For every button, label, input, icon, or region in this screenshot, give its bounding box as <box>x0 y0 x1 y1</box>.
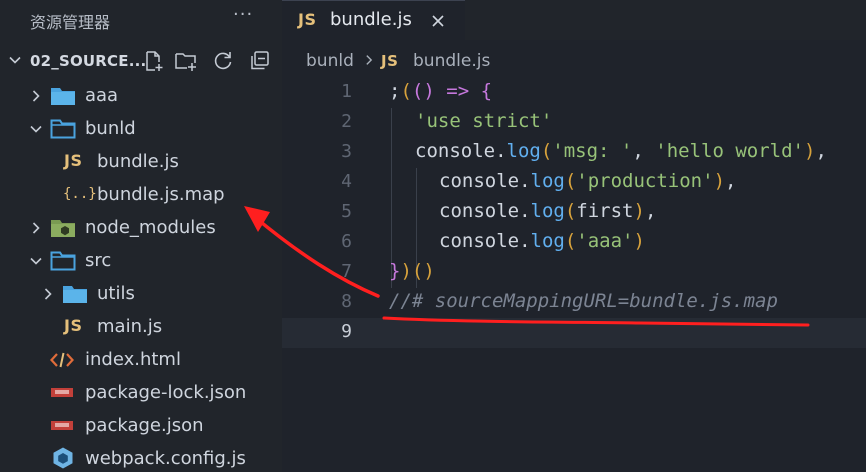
breadcrumb: bunld JS bundle.js <box>282 46 866 76</box>
folder-closed-icon <box>51 88 75 105</box>
code-line-current: 9 <box>282 318 866 348</box>
tab-bundle-js[interactable]: JS bundle.js <box>282 0 465 40</box>
more-actions-icon[interactable]: ··· <box>233 4 253 25</box>
javascript-file-icon: JS <box>298 10 317 29</box>
html-file-icon <box>50 352 74 368</box>
folder-open-icon <box>50 251 76 271</box>
code-editor[interactable]: 1 ;(() => { 2 'use strict' 3 console.log… <box>282 78 866 472</box>
line-number: 9 <box>341 321 352 342</box>
chevron-down-icon <box>30 125 42 133</box>
tree-item-label: bunld <box>85 118 136 139</box>
tree-item-label: webpack.config.js <box>85 448 246 469</box>
tree-item-aaa[interactable]: aaa <box>0 79 282 112</box>
tree-item-label: aaa <box>85 85 119 106</box>
line-number: 5 <box>341 201 352 222</box>
tree-item-node-modules[interactable]: node_modules <box>0 211 282 244</box>
line-number: 8 <box>341 291 352 312</box>
chevron-right-icon <box>32 90 40 102</box>
json-map-file-icon: {..} <box>63 186 97 202</box>
line-number: 1 <box>341 81 352 102</box>
breadcrumb-file[interactable]: bundle.js <box>413 51 490 71</box>
code-line: 7 })() <box>282 258 866 288</box>
tree-item-label: main.js <box>97 316 163 337</box>
tree-item-bundle-js-map[interactable]: {..} bundle.js.map <box>0 178 282 211</box>
tree-item-package-lock-json[interactable]: package-lock.json <box>0 376 282 409</box>
line-number: 4 <box>341 171 352 192</box>
refresh-icon[interactable] <box>211 49 235 73</box>
source-map-comment: //# sourceMappingURL=bundle.js.map <box>389 290 778 312</box>
editor-area: JS bundle.js bunld JS bundle.js 1 ;(() =… <box>282 0 866 472</box>
npm-icon <box>51 415 73 434</box>
chevron-right-icon <box>44 288 52 300</box>
tree-item-label: node_modules <box>85 217 216 238</box>
tree-item-label: src <box>85 250 112 271</box>
line-number: 2 <box>341 111 352 132</box>
code-line: 2 'use strict' <box>282 108 866 138</box>
javascript-file-icon: JS <box>381 52 399 70</box>
node-folder-icon <box>51 220 75 237</box>
new-folder-icon[interactable] <box>174 49 198 73</box>
folder-closed-icon <box>63 286 87 303</box>
collapse-all-icon[interactable] <box>247 49 271 73</box>
tab-bar: JS bundle.js <box>282 0 866 40</box>
explorer-sidebar: 资源管理器 ··· 02_SOURCE... aaa bunld JS bund… <box>0 0 282 472</box>
close-icon[interactable] <box>430 13 446 29</box>
javascript-file-icon: JS <box>64 151 83 170</box>
npm-icon <box>51 382 73 401</box>
code-line: 5 console.log(first), <box>282 198 866 228</box>
code-line: 6 console.log('aaa') <box>282 228 866 258</box>
explorer-title: 资源管理器 <box>30 13 111 32</box>
line-number: 6 <box>341 231 352 252</box>
tree-item-webpack-config-js[interactable]: webpack.config.js <box>0 442 282 472</box>
line-number: 3 <box>341 141 352 162</box>
chevron-down-icon <box>30 257 42 265</box>
breadcrumb-folder[interactable]: bunld <box>306 51 354 71</box>
code-line: 3 console.log('msg: ', 'hello world'), <box>282 138 866 168</box>
tree-item-bundle-js[interactable]: JS bundle.js <box>0 145 282 178</box>
line-number: 7 <box>341 261 352 282</box>
code-line: 1 ;(() => { <box>282 78 866 108</box>
tree-item-label: bundle.js <box>97 151 179 172</box>
workspace-section-header[interactable]: 02_SOURCE... <box>0 44 282 78</box>
tree-item-src[interactable]: src <box>0 244 282 277</box>
tree-item-package-json[interactable]: package.json <box>0 409 282 442</box>
tree-item-label: package.json <box>85 415 204 436</box>
chevron-down-icon <box>9 56 21 64</box>
webpack-icon <box>53 447 73 469</box>
tree-item-label: utils <box>97 283 135 304</box>
tree-item-main-js[interactable]: JS main.js <box>0 310 282 343</box>
tree-item-label: bundle.js.map <box>97 184 225 205</box>
tree-item-utils[interactable]: utils <box>0 277 282 310</box>
chevron-right-icon <box>32 222 40 234</box>
code-line: 4 console.log('production'), <box>282 168 866 198</box>
explorer-header: 资源管理器 ··· <box>0 0 282 38</box>
new-file-icon[interactable] <box>141 49 165 73</box>
tree-item-bunld[interactable]: bunld <box>0 112 282 145</box>
tree-item-label: index.html <box>85 349 181 370</box>
chevron-right-icon <box>366 55 373 65</box>
code-line: 8 //# sourceMappingURL=bundle.js.map <box>282 288 866 318</box>
workspace-name: 02_SOURCE... <box>30 52 147 70</box>
tab-label: bundle.js <box>330 9 412 30</box>
javascript-file-icon: JS <box>64 316 83 335</box>
tree-item-label: package-lock.json <box>85 382 247 403</box>
folder-open-icon <box>50 119 76 139</box>
tree-item-index-html[interactable]: index.html <box>0 343 282 376</box>
